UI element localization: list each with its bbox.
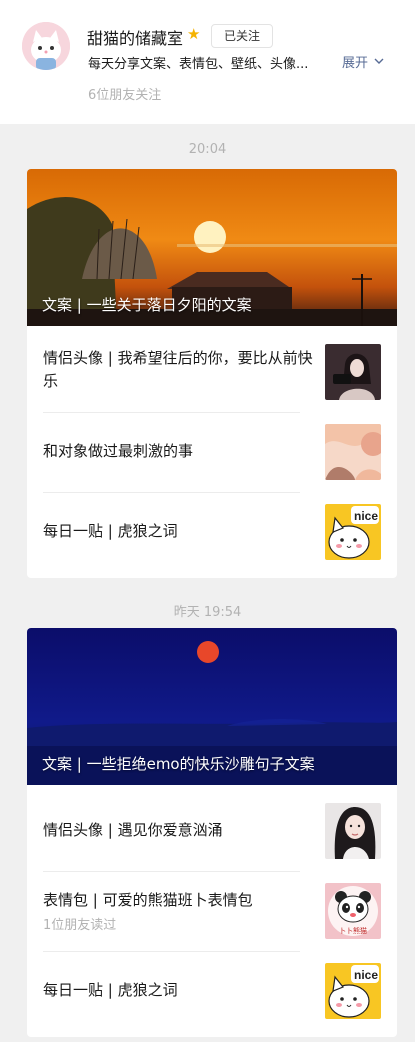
expand-button[interactable]: 展开 [342, 52, 384, 71]
chevron-down-icon [374, 58, 384, 64]
article-thumbnail: nice [325, 504, 381, 560]
nice-cat-sticker-image: nice [325, 963, 381, 1019]
article-hero[interactable]: 文案 | 一些关于落日夕阳的文案 [27, 169, 397, 326]
timestamp: 昨天 19:54 [173, 605, 242, 620]
article-title: 每日一贴 | 虎狼之词 [43, 981, 178, 999]
article-title: 情侣头像 | 我希望往后的你，要比从前快乐 [43, 349, 313, 390]
article-thumbnail [325, 344, 381, 400]
article-thumbnail [325, 803, 381, 859]
article-hero-title: 文案 | 一些关于落日夕阳的文案 [42, 296, 252, 314]
abstract-image [325, 424, 381, 480]
expand-label: 展开 [342, 56, 369, 71]
girl-avatar-image [325, 803, 381, 859]
article-card: 文案 | 一些关于落日夕阳的文案 情侣头像 | 我希望往后的你，要比从前快乐 和… [27, 169, 397, 578]
star-icon: ★ [187, 25, 201, 43]
article-thumbnail: nice [325, 963, 381, 1019]
article-title: 和对象做过最刺激的事 [43, 442, 194, 460]
article-list-item[interactable]: 每日一贴 | 虎狼之词 nice [27, 951, 397, 1031]
article-list-item[interactable]: 和对象做过最刺激的事 [27, 412, 397, 492]
article-list-item[interactable]: 情侣头像 | 我希望往后的你，要比从前快乐 [27, 332, 397, 412]
timestamp: 20:04 [188, 142, 227, 157]
article-list-item[interactable]: 情侣头像 | 遇见你爱意汹涌 [27, 791, 397, 871]
article-hero-title: 文案 | 一些拒绝emo的快乐沙雕句子文案 [42, 755, 315, 773]
article-card: 文案 | 一些拒绝emo的快乐沙雕句子文案 情侣头像 | 遇见你爱意汹涌 表情包… [27, 628, 397, 1037]
follow-button[interactable]: 已关注 [211, 24, 273, 48]
article-thumbnail: 卜卜熊猫 [325, 883, 381, 939]
article-hero[interactable]: 文案 | 一些拒绝emo的快乐沙雕句子文案 [27, 628, 397, 785]
cat-avatar-icon [22, 22, 70, 70]
panda-sticker-image: 卜卜熊猫 [325, 883, 381, 939]
article-title: 每日一贴 | 虎狼之词 [43, 522, 178, 540]
friends-read-text: 1位朋友读过 [43, 918, 117, 933]
panda-caption: 卜卜熊猫 [339, 926, 367, 935]
article-list-item[interactable]: 每日一贴 | 虎狼之词 nice [27, 492, 397, 572]
nice-label: nice [354, 509, 378, 523]
couple-avatar-image [325, 344, 381, 400]
nice-cat-sticker-image: nice [325, 504, 381, 560]
article-title: 表情包 | 可爱的熊猫班卜表情包 [43, 891, 253, 909]
nice-label: nice [354, 968, 378, 982]
article-title: 情侣头像 | 遇见你爱意汹涌 [43, 821, 223, 839]
account-name[interactable]: 甜猫的储藏室 [87, 25, 183, 49]
article-thumbnail [325, 424, 381, 480]
friends-follow-text: 6位朋友关注 [88, 88, 162, 103]
account-header: 甜猫的储藏室 ★ 已关注 每天分享文案、表情包、壁纸、头像... 展开 6位朋友… [0, 0, 415, 124]
account-avatar[interactable] [22, 22, 70, 70]
account-description: 每天分享文案、表情包、壁纸、头像... [88, 57, 309, 72]
article-list-item[interactable]: 表情包 | 可爱的熊猫班卜表情包 1位朋友读过 卜卜熊猫 [27, 871, 397, 951]
